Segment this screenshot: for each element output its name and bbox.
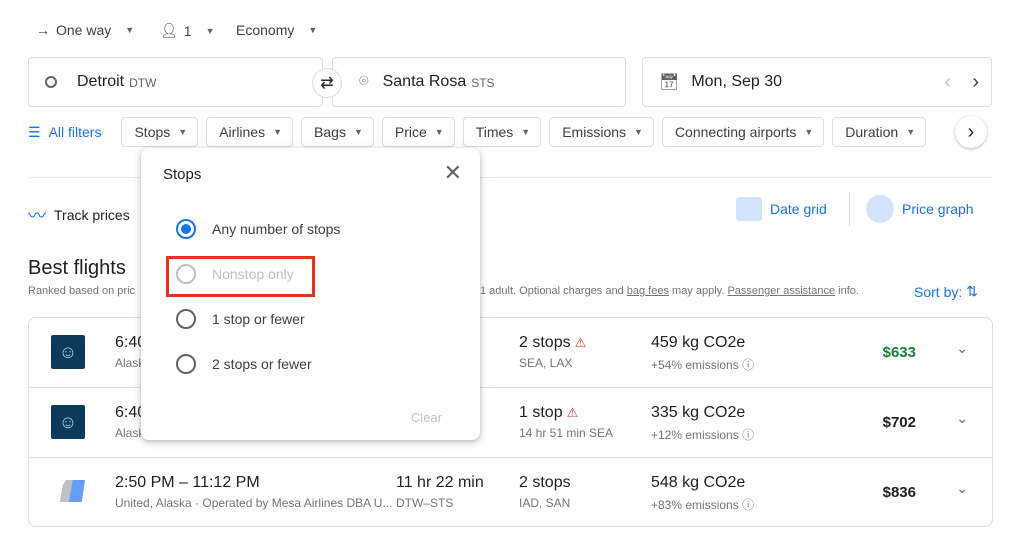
- info-icon[interactable]: ⓘ: [742, 358, 754, 372]
- caret-down-icon: ▼: [125, 25, 135, 35]
- sort-by-button[interactable]: Sort by: ⇅: [914, 283, 978, 300]
- caret-down-icon: ▼: [521, 127, 531, 137]
- caret-down-icon: ▼: [804, 127, 814, 137]
- filter-bar: ☰ All filters Stops ▼ Airlines ▼ Bags ▼ Pric…: [28, 117, 927, 147]
- filter-chip-duration[interactable]: Duration ▼: [832, 117, 927, 147]
- highlight-box: [166, 256, 315, 297]
- multi-airline-logo: [53, 480, 85, 502]
- caret-down-icon: ▼: [273, 127, 283, 137]
- origin-input[interactable]: Detroit DTW: [28, 57, 323, 107]
- passengers-select[interactable]: 👤︎ 1 ▼: [160, 22, 215, 39]
- date-grid-icon: [736, 197, 762, 221]
- flight-row[interactable]: 2:50 PM – 11:12 PM United, Alaska · Oper…: [29, 458, 992, 528]
- filter-chip-bags[interactable]: Bags ▼: [301, 117, 374, 147]
- filter-chip-connecting-airports[interactable]: Connecting airports ▼: [661, 117, 825, 147]
- tune-icon: ☰: [28, 123, 41, 140]
- warning-icon: ⚠: [574, 335, 587, 350]
- info-icon[interactable]: ⓘ: [742, 428, 754, 442]
- filter-chip-airlines[interactable]: Airlines ▼: [206, 117, 294, 147]
- destination-input[interactable]: ⌾ Santa Rosa STS: [332, 57, 626, 107]
- bag-fees-link[interactable]: bag fees: [627, 285, 669, 297]
- filter-chip-times[interactable]: Times ▼: [462, 117, 542, 147]
- date-input[interactable]: 📅︎ Mon, Sep 30 ‹ ›: [642, 57, 992, 107]
- filter-chip-price[interactable]: Price ▼: [381, 117, 455, 147]
- trip-type-select[interactable]: → One way ▼: [36, 22, 134, 38]
- option-2-stops[interactable]: 2 stops or fewer: [176, 354, 312, 374]
- caret-down-icon: ▼: [178, 127, 188, 137]
- filter-chip-emissions[interactable]: Emissions ▼: [549, 117, 654, 147]
- price-graph-button[interactable]: Price graph: [866, 195, 974, 223]
- sort-icon: ⇅: [966, 283, 978, 299]
- filter-chip-stops[interactable]: Stops ▼: [121, 117, 199, 147]
- location-pin-icon: ⌾: [359, 73, 369, 90]
- radio[interactable]: [176, 354, 196, 374]
- caret-down-icon: ▼: [906, 127, 916, 137]
- caret-down-icon: ▼: [308, 25, 318, 35]
- swap-button[interactable]: ⇄: [312, 68, 342, 98]
- passenger-assistance-link[interactable]: Passenger assistance: [727, 285, 835, 297]
- date-grid-button[interactable]: Date grid: [736, 197, 827, 221]
- all-filters-button[interactable]: ☰ All filters: [28, 124, 113, 141]
- swap-icon: ⇄: [320, 75, 334, 92]
- scroll-filters-right-button[interactable]: ›: [955, 116, 987, 148]
- clear-button[interactable]: Clear: [411, 410, 442, 425]
- results-subtitle: Ranked based on pric: [28, 285, 136, 297]
- caret-down-icon: ▼: [434, 127, 444, 137]
- arrow-right-icon: →: [36, 22, 50, 38]
- expand-chevron-icon[interactable]: ⌄: [956, 340, 968, 357]
- alaska-airlines-logo: ☺: [51, 405, 85, 439]
- chevron-right-icon: ›: [967, 120, 975, 143]
- alaska-airlines-logo: ☺: [51, 335, 85, 369]
- next-date-button[interactable]: ›: [972, 71, 979, 94]
- popup-title: Stops: [163, 166, 202, 183]
- option-any-stops[interactable]: Any number of stops: [176, 219, 340, 239]
- results-title: Best flights: [28, 257, 126, 279]
- trend-icon: 〰: [28, 206, 46, 226]
- option-1-stop[interactable]: 1 stop or fewer: [176, 309, 305, 329]
- person-icon: 👤︎: [160, 22, 178, 38]
- caret-down-icon: ▼: [353, 127, 363, 137]
- info-icon[interactable]: ⓘ: [742, 498, 754, 512]
- price-graph-icon: [866, 195, 894, 223]
- expand-chevron-icon[interactable]: ⌄: [956, 410, 968, 427]
- close-icon[interactable]: ✕: [444, 160, 462, 186]
- track-prices-toggle[interactable]: 〰 Track prices: [28, 202, 130, 228]
- prev-date-button[interactable]: ‹: [944, 71, 951, 94]
- origin-circle-icon: [45, 76, 57, 88]
- radio-selected[interactable]: [176, 219, 196, 239]
- warning-icon: ⚠: [566, 405, 579, 420]
- caret-down-icon: ▼: [634, 127, 643, 137]
- radio[interactable]: [176, 309, 196, 329]
- results-disclaimer: 1 adult. Optional charges and bag fees m…: [480, 285, 859, 297]
- calendar-icon: 📅︎: [659, 74, 680, 91]
- divider: [849, 192, 850, 226]
- cabin-select[interactable]: Economy ▼: [236, 22, 317, 38]
- expand-chevron-icon[interactable]: ⌄: [956, 480, 968, 497]
- caret-down-icon: ▼: [205, 25, 215, 36]
